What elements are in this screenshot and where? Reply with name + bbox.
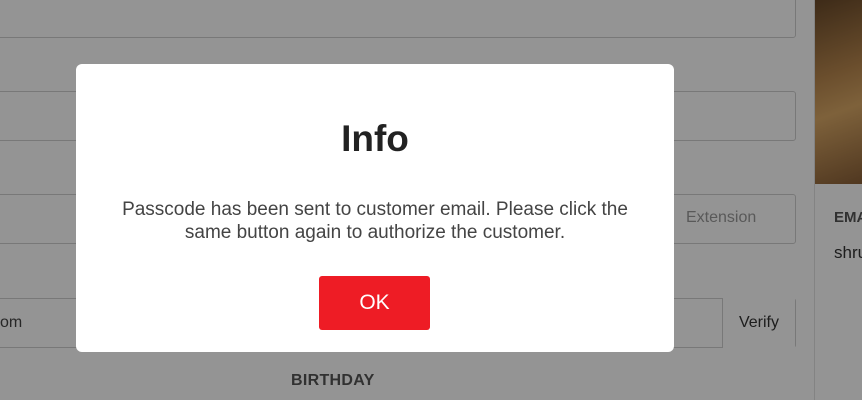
dialog-message: Passcode has been sent to customer email… — [122, 199, 628, 243]
info-dialog: Info Passcode has been sent to customer … — [76, 64, 674, 352]
ok-button[interactable]: OK — [319, 276, 430, 330]
dialog-title: Info — [341, 118, 409, 159]
